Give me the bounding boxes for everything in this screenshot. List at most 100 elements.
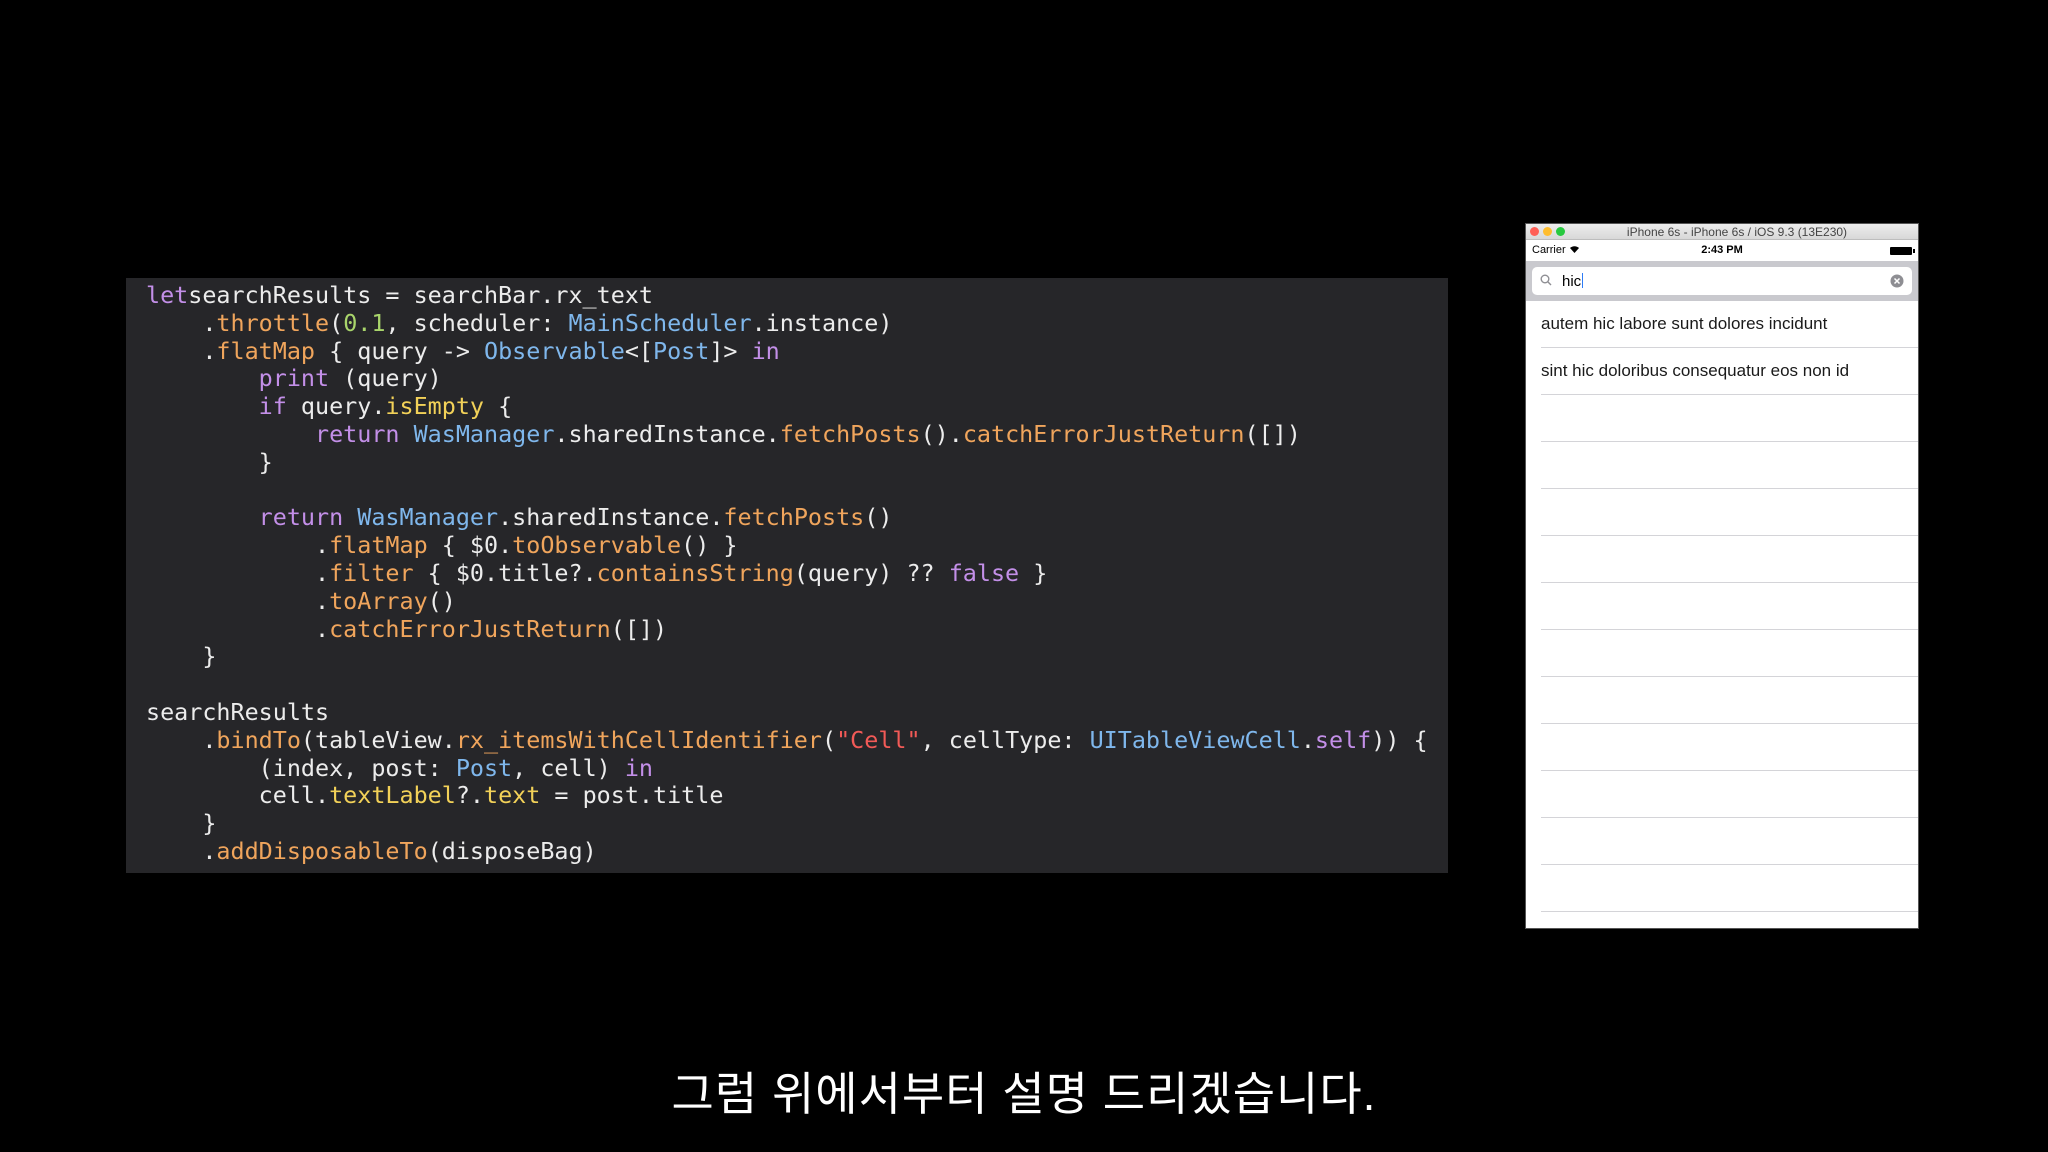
- code-token: false: [948, 558, 1020, 587]
- code-token: Post: [653, 336, 710, 365]
- code-token: , cellType:: [920, 725, 1090, 754]
- code-token: .: [1300, 725, 1315, 754]
- code-token: return: [315, 419, 400, 448]
- table-row-label: autem hic labore sunt dolores incidunt: [1541, 314, 1828, 333]
- code-token: isEmpty: [385, 392, 484, 421]
- code-line: }: [146, 642, 1448, 671]
- code-line: if query.isEmpty {: [146, 392, 1448, 421]
- code-token: catchErrorJustReturn: [329, 614, 611, 643]
- code-token: .: [146, 725, 217, 754]
- search-input[interactable]: hic: [1532, 267, 1912, 295]
- code-line: return WasManager.sharedInstance.fetchPo…: [146, 503, 1448, 532]
- code-token: in: [624, 753, 653, 782]
- table-row[interactable]: [1541, 865, 1918, 912]
- code-token: catchErrorJustReturn: [962, 419, 1245, 448]
- video-subtitle: 그럼 위에서부터 설명 드리겠습니다.: [671, 1068, 1377, 1120]
- table-row[interactable]: [1541, 442, 1918, 489]
- simulator-title: iPhone 6s - iPhone 6s / iOS 9.3 (13E230): [1626, 225, 1848, 239]
- table-row[interactable]: [1541, 818, 1918, 865]
- code-token: .sharedInstance.: [498, 503, 724, 532]
- code-token: if: [258, 392, 287, 421]
- code-token: { $0.title?.: [413, 558, 597, 587]
- code-line: .catchErrorJustReturn([]): [146, 614, 1448, 644]
- code-token: .: [146, 836, 217, 865]
- table-row[interactable]: [1541, 724, 1918, 771]
- code-token: , cell): [512, 753, 625, 782]
- table-row[interactable]: [1541, 630, 1918, 677]
- code-token: .: [146, 308, 217, 337]
- status-time: 2:43 PM: [1701, 244, 1743, 256]
- code-token: text: [484, 781, 541, 810]
- code-line: letsearchResults = searchBar.rx_text: [146, 281, 1448, 310]
- code-token: {: [484, 392, 513, 421]
- code-token: WasManager: [413, 419, 555, 448]
- code-token: query.: [286, 392, 386, 421]
- code-line: searchResults: [146, 698, 1448, 727]
- code-block: letsearchResults = searchBar.rx_text .th…: [146, 281, 1448, 866]
- code-line: (index, post: Post, cell) in: [146, 753, 1448, 783]
- code-token: fetchPosts: [723, 503, 865, 532]
- code-token: return: [258, 503, 344, 532]
- code-token: throttle: [216, 308, 330, 337]
- text-caret: [1582, 273, 1584, 288]
- code-editor-panel: letsearchResults = searchBar.rx_text .th…: [126, 278, 1448, 873]
- results-table: autem hic labore sunt dolores incidunt si…: [1526, 301, 1918, 912]
- code-token: textLabel: [329, 781, 456, 810]
- code-token: in: [751, 336, 780, 365]
- table-row[interactable]: sint hic doloribus consequatur eos non i…: [1541, 348, 1918, 395]
- code-token: (): [427, 586, 456, 615]
- code-token: fetchPosts: [779, 419, 921, 448]
- code-line: .filter { $0.title?.containsString(query…: [146, 558, 1448, 588]
- code-line: .addDisposableTo(disposeBag): [146, 836, 1448, 866]
- code-token: (tableView.: [300, 725, 456, 754]
- code-token: "Cell": [836, 725, 921, 754]
- code-line: .flatMap { $0.toObservable() }: [146, 531, 1448, 560]
- code-token: flatMap: [216, 336, 315, 365]
- code-token: ]>: [709, 336, 752, 365]
- search-icon: [1540, 274, 1552, 286]
- code-token: () }: [681, 531, 738, 560]
- battery-icon: [1890, 247, 1915, 255]
- code-token: )) {: [1371, 725, 1428, 754]
- code-token: containsString: [596, 558, 794, 587]
- code-line: .toArray(): [146, 586, 1448, 616]
- code-token: cell.: [146, 781, 330, 810]
- code-token: rx_itemsWithCellIdentifier: [455, 725, 822, 754]
- table-row[interactable]: [1541, 583, 1918, 630]
- simulator-titlebar: iPhone 6s - iPhone 6s / iOS 9.3 (13E230): [1526, 224, 1918, 240]
- code-token: .sharedInstance.: [554, 419, 780, 448]
- code-token: ().: [920, 419, 963, 448]
- code-token: .: [146, 586, 330, 615]
- code-line: print (query): [146, 364, 1448, 393]
- code-token: filter: [329, 558, 414, 587]
- code-token: , scheduler:: [385, 308, 569, 337]
- table-row[interactable]: [1541, 771, 1918, 818]
- code-token: = post.title: [540, 781, 724, 810]
- table-row[interactable]: [1541, 677, 1918, 724]
- table-row[interactable]: [1541, 536, 1918, 583]
- code-token: flatMap: [329, 531, 428, 560]
- code-token: .: [146, 558, 330, 587]
- code-token: (): [864, 503, 893, 532]
- code-token: MainScheduler: [568, 308, 752, 337]
- table-row[interactable]: autem hic labore sunt dolores incidunt: [1541, 301, 1918, 348]
- code-token: <[: [624, 336, 653, 365]
- ios-simulator-window: iPhone 6s - iPhone 6s / iOS 9.3 (13E230)…: [1526, 224, 1918, 928]
- table-row-label: sint hic doloribus consequatur eos non i…: [1541, 361, 1850, 380]
- code-line: return WasManager.sharedInstance.fetchPo…: [146, 419, 1448, 449]
- table-row[interactable]: [1541, 489, 1918, 536]
- table-row[interactable]: [1541, 395, 1918, 442]
- code-token: self: [1314, 725, 1372, 754]
- clear-search-icon[interactable]: [1890, 274, 1904, 288]
- code-token: addDisposableTo: [216, 836, 428, 865]
- code-token: { query ->: [315, 336, 484, 365]
- code-token: .: [146, 336, 217, 365]
- code-token: toObservable: [512, 531, 682, 560]
- code-token: ([]): [1244, 419, 1301, 448]
- code-token: }: [1019, 558, 1048, 587]
